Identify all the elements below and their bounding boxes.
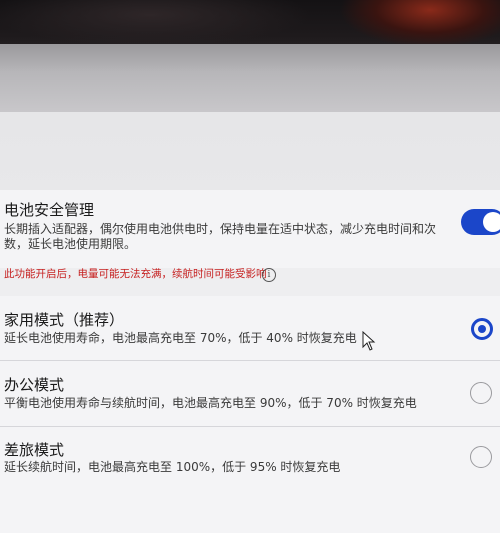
mouse-pointer-icon — [362, 331, 376, 351]
mode-home-title: 家用模式（推荐） — [4, 311, 125, 329]
mode-office-desc: 平衡电池使用寿命与续航时间，电池最高充电至 90%，低于 70% 时恢复充电 — [4, 396, 417, 410]
divider — [0, 426, 500, 427]
mode-travel-title: 差旅模式 — [4, 441, 65, 459]
mode-home-radio[interactable] — [471, 318, 493, 340]
mode-office-title: 办公模式 — [4, 376, 65, 394]
battery-management-title: 电池安全管理 — [4, 201, 95, 219]
battery-management-desc-line2: 数，延长电池使用期限。 — [4, 237, 137, 251]
radio-selected-dot — [478, 325, 486, 333]
mode-travel-desc: 延长续航时间，电池最高充电至 100%，低于 95% 时恢复充电 — [4, 460, 341, 474]
mode-travel-radio[interactable] — [470, 446, 492, 468]
mode-home-desc: 延长电池使用寿命，电池最高充电至 70%，低于 40% 时恢复充电 — [4, 331, 357, 345]
screen-frame-edge — [0, 44, 500, 114]
battery-management-toggle[interactable] — [461, 209, 500, 235]
battery-warning-text: 此功能开启后，电量可能无法充满，续航时间可能受影响 — [4, 268, 267, 280]
mode-office-radio[interactable] — [470, 382, 492, 404]
toggle-knob — [483, 212, 500, 232]
divider — [0, 360, 500, 361]
info-icon[interactable]: i — [262, 268, 276, 282]
